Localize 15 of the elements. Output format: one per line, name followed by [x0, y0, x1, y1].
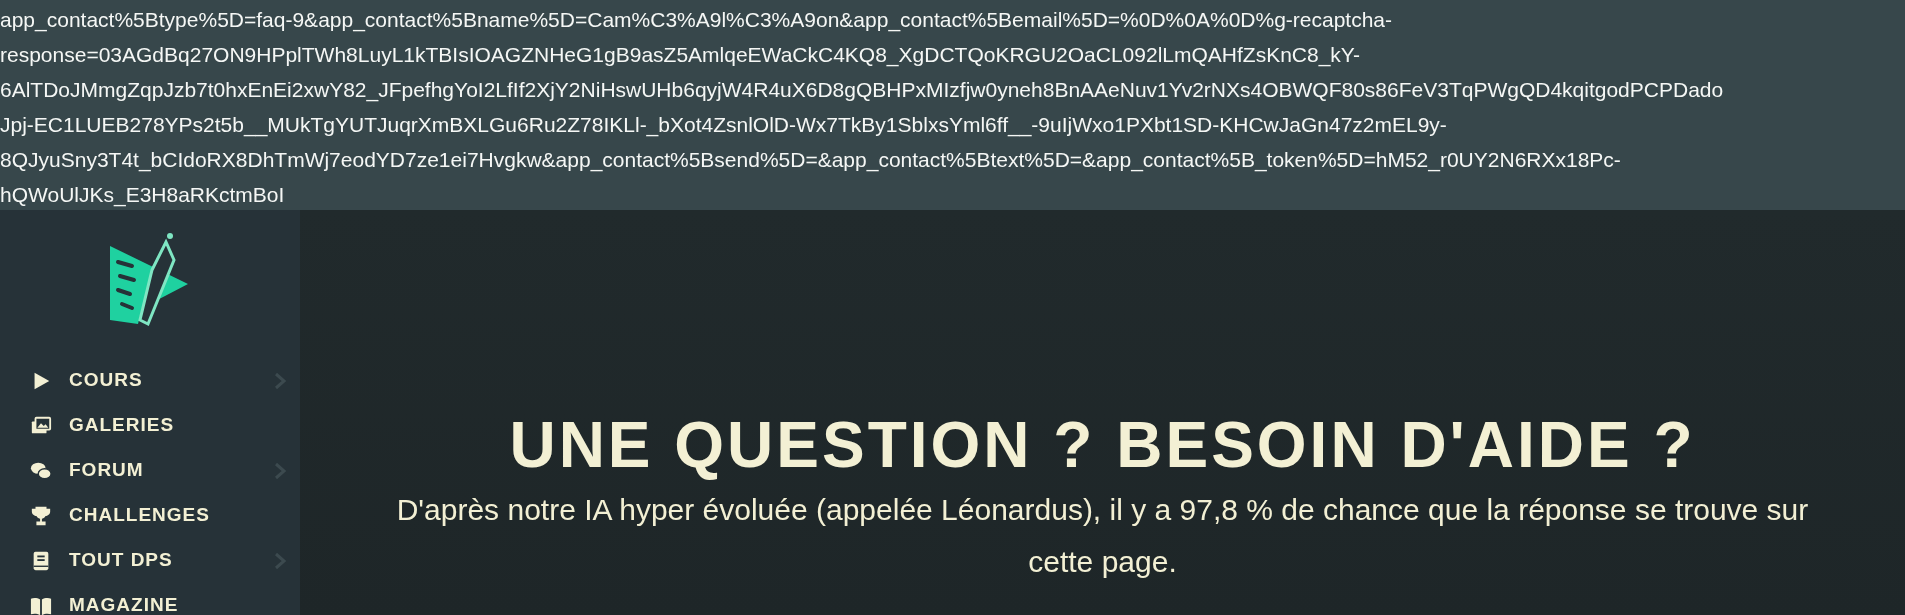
intro-paragraph: D'après notre IA hyper évoluée (appelée Léonardus), il y a 97,8 % de chance que la réponse se trouve sur cette page. — [395, 492, 1810, 580]
sidebar-item[interactable]: CHALLENGES — [0, 493, 300, 538]
sidebar-item[interactable]: FORUM — [0, 448, 300, 493]
url-text-line: 8QJyuSny3T4t_bCIdoRX8DhTmWj7eodYD7ze1ei7Hvgkw&app_contact%5Bsend%5D=&app_contact%5Btext%5D=&app_contact%5B_token%5D=hM52_r0UY2N6RXx18Pc- — [0, 147, 1621, 174]
sidebar-item[interactable]: TOUT DPS — [0, 538, 300, 583]
page-heading: UNE QUESTION ? BESOIN D'AIDE ? — [509, 410, 1696, 480]
trophy-icon — [30, 504, 52, 527]
sidebar-item[interactable]: COURS — [0, 358, 300, 403]
url-text-line: response=03AGdBq27ON9HPplTWh8LuyL1kTBIsIOAGZNHeG1gB9asZ5AmlqeEWaCkC4KQ8_XgDCTQoKRGU2OaCL092lLmQAHfZsKnC8_kY- — [0, 42, 1360, 69]
url-text-line: app_contact%5Btype%5D=faq-9&app_contact%5Bname%5D=Cam%C3%A9l%C3%A9on&app_contact%5Bemail%5D=%0D%0A%0D%g-recaptcha- — [0, 7, 1393, 34]
url-text-line: Jpj-EC1LUEB278YPs2t5b__MUkTgYUTJuqrXmBXLGu6Ru2Z78IKLl-_bXot4ZsnlOlD-Wx7TkBy1SblxsYml6ff__-9uIjWxo1PXbt1SD-KHCwJaGn47z2mEL9y- — [0, 112, 1447, 139]
url-text-line: 6AlTDoJMmgZqpJzb7t0hxEnEi2xwY82_JFpefhgYoI2LfIf2XjY2NiHswUHb6qyjW4R4uX6D8gQBHPxMIzfjw0yneh8BnAAeNuv1Yv2rNXs4OBWQF80s86FeV3TqPWgQD4kqitgodPCPDado — [0, 77, 1724, 104]
sidebar-item[interactable]: MAGAZINE — [0, 583, 300, 615]
sidebar-item[interactable]: GALERIES — [0, 403, 300, 448]
url-text-line: hQWoUlJKs_E3H8aRKctmBoI — [0, 182, 285, 209]
